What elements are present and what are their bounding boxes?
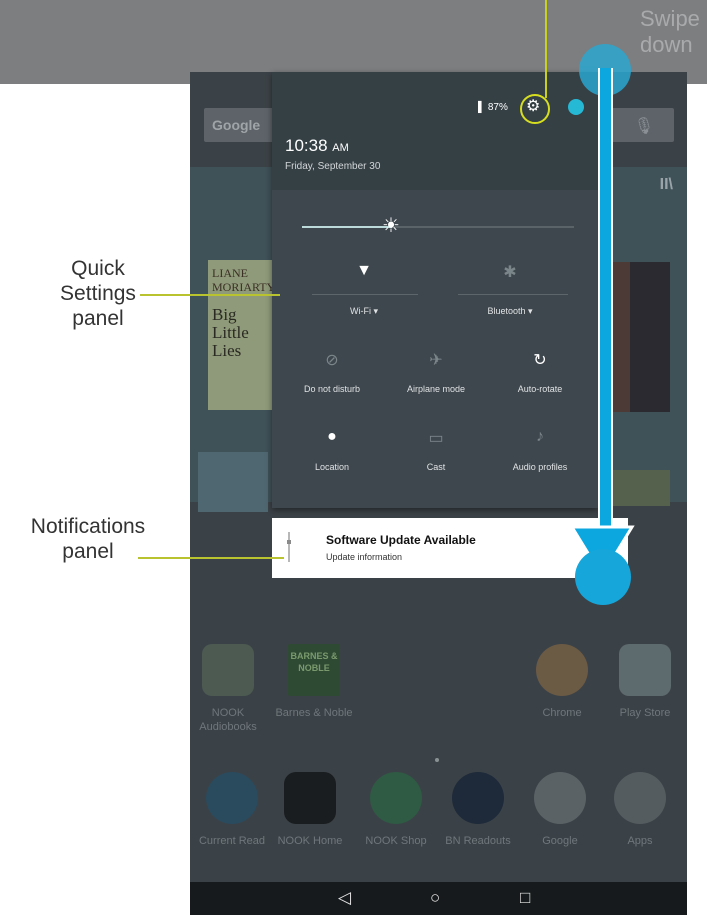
clock-suffix: AM xyxy=(332,142,349,154)
app-label: NOOK Audiobooks xyxy=(199,707,257,733)
airplane-icon[interactable]: ✈ xyxy=(416,350,456,370)
library-icon[interactable]: II\ xyxy=(660,176,673,194)
book-author-first: LIANE xyxy=(212,266,248,280)
shelf-item-left[interactable] xyxy=(198,452,268,512)
app-label: BN Readouts xyxy=(445,835,511,847)
update-icon xyxy=(287,532,291,562)
book-title: Big Little Lies xyxy=(212,305,249,360)
book-cover-right-2[interactable] xyxy=(630,262,670,412)
auto-rotate-icon[interactable]: ↻ xyxy=(520,350,560,370)
book-author-last: MORIARTY xyxy=(212,280,276,294)
quick-settings-panel: ▌ 87% ⚙ 10:38 AM Friday, September 30 ☀ … xyxy=(272,72,598,508)
app-chrome[interactable]: Chrome xyxy=(522,644,602,720)
notification-text: Update information xyxy=(326,552,403,562)
do-not-disturb-icon[interactable]: ⊘ xyxy=(312,350,352,370)
app-label: NOOK Shop xyxy=(365,835,427,847)
quick-settings-callout-line xyxy=(140,294,280,296)
app-nook-audiobooks[interactable]: NOOK Audiobooks xyxy=(190,644,268,734)
app-label: Apps xyxy=(627,835,653,847)
google-logo: Google xyxy=(212,117,261,133)
cast-icon[interactable]: ▭ xyxy=(416,428,456,448)
clock-time: 10:38 xyxy=(285,136,328,155)
user-icon[interactable] xyxy=(568,99,584,115)
home-icon[interactable]: ○ xyxy=(430,888,440,908)
shopping-bag-icon xyxy=(370,772,422,824)
recents-icon[interactable]: □ xyxy=(520,888,530,908)
shelf-item-right[interactable] xyxy=(610,470,670,506)
tile-autorotate-label[interactable]: Auto-rotate xyxy=(490,384,590,394)
quick-settings-header: ▌ 87% ⚙ 10:38 AM Friday, September 30 xyxy=(272,72,598,190)
tile-audio-label[interactable]: Audio profiles xyxy=(490,462,590,472)
battery-level: 87% xyxy=(487,102,508,113)
swipe-end-touch xyxy=(575,549,631,605)
dock-google[interactable]: Google xyxy=(520,772,600,848)
play-store-icon xyxy=(619,644,671,696)
headphones-icon xyxy=(202,644,254,696)
bluetooth-icon[interactable]: ✱ xyxy=(490,262,530,282)
app-barnes-noble[interactable]: BARNES & NOBLE Barnes & Noble xyxy=(274,644,354,720)
page-indicator xyxy=(435,758,439,762)
location-icon[interactable]: ● xyxy=(312,428,352,446)
dock-bn-readouts[interactable]: BN Readouts xyxy=(438,772,518,848)
divider xyxy=(312,294,418,295)
app-label: Google xyxy=(542,835,578,847)
clock: 10:38 AM xyxy=(285,136,349,156)
wifi-icon[interactable]: ▼ xyxy=(344,262,384,280)
book-icon xyxy=(206,772,258,824)
app-label: Chrome xyxy=(542,707,582,719)
dock-nook-shop[interactable]: NOOK Shop xyxy=(356,772,436,848)
mic-icon[interactable]: 🎙 xyxy=(634,116,654,136)
gear-icon[interactable]: ⚙ xyxy=(526,99,540,115)
dock-apps[interactable]: Apps xyxy=(600,772,680,848)
dock-current-read[interactable]: Current Read xyxy=(192,772,272,848)
audio-profiles-icon[interactable]: ♪ xyxy=(520,428,560,446)
chrome-icon xyxy=(536,644,588,696)
divider xyxy=(458,294,568,295)
battery-status: ▌ 87% xyxy=(478,102,508,113)
tile-wifi-label[interactable]: Wi-Fi xyxy=(314,306,414,317)
swipe-arrow xyxy=(598,68,613,538)
tile-location-label[interactable]: Location xyxy=(282,462,382,472)
app-label: NOOK Home xyxy=(277,835,343,847)
app-label: Barnes & Noble xyxy=(275,707,353,719)
back-icon[interactable]: ◁ xyxy=(338,888,351,908)
settings-callout-line xyxy=(545,0,547,98)
book-cover-big-little-lies[interactable]: LIANE MORIARTY Big Little Lies xyxy=(208,260,276,410)
app-play-store[interactable]: Play Store xyxy=(605,644,685,720)
dock-nook-home[interactable]: NOOK Home xyxy=(270,772,350,848)
notification-title: Software Update Available xyxy=(326,533,476,547)
brightness-fill xyxy=(302,226,392,228)
nook-home-icon xyxy=(284,772,336,824)
tile-dnd-label[interactable]: Do not disturb xyxy=(282,384,382,394)
apps-grid-icon xyxy=(614,772,666,824)
tile-cast-label[interactable]: Cast xyxy=(386,462,486,472)
notifications-callout-line xyxy=(138,557,284,559)
app-label: Play Store xyxy=(619,707,671,719)
readouts-icon xyxy=(452,772,504,824)
brightness-icon[interactable]: ☀ xyxy=(382,216,400,236)
tile-bluetooth-label[interactable]: Bluetooth xyxy=(460,306,560,317)
swipe-down-hint: Swipe down xyxy=(640,6,700,57)
app-label: Current Read xyxy=(198,835,266,847)
tile-airplane-label[interactable]: Airplane mode xyxy=(386,384,486,394)
navigation-bar: ◁ ○ □ xyxy=(190,882,687,915)
barnes-noble-icon: BARNES & NOBLE xyxy=(288,644,340,696)
google-icon xyxy=(534,772,586,824)
date: Friday, September 30 xyxy=(285,161,381,172)
